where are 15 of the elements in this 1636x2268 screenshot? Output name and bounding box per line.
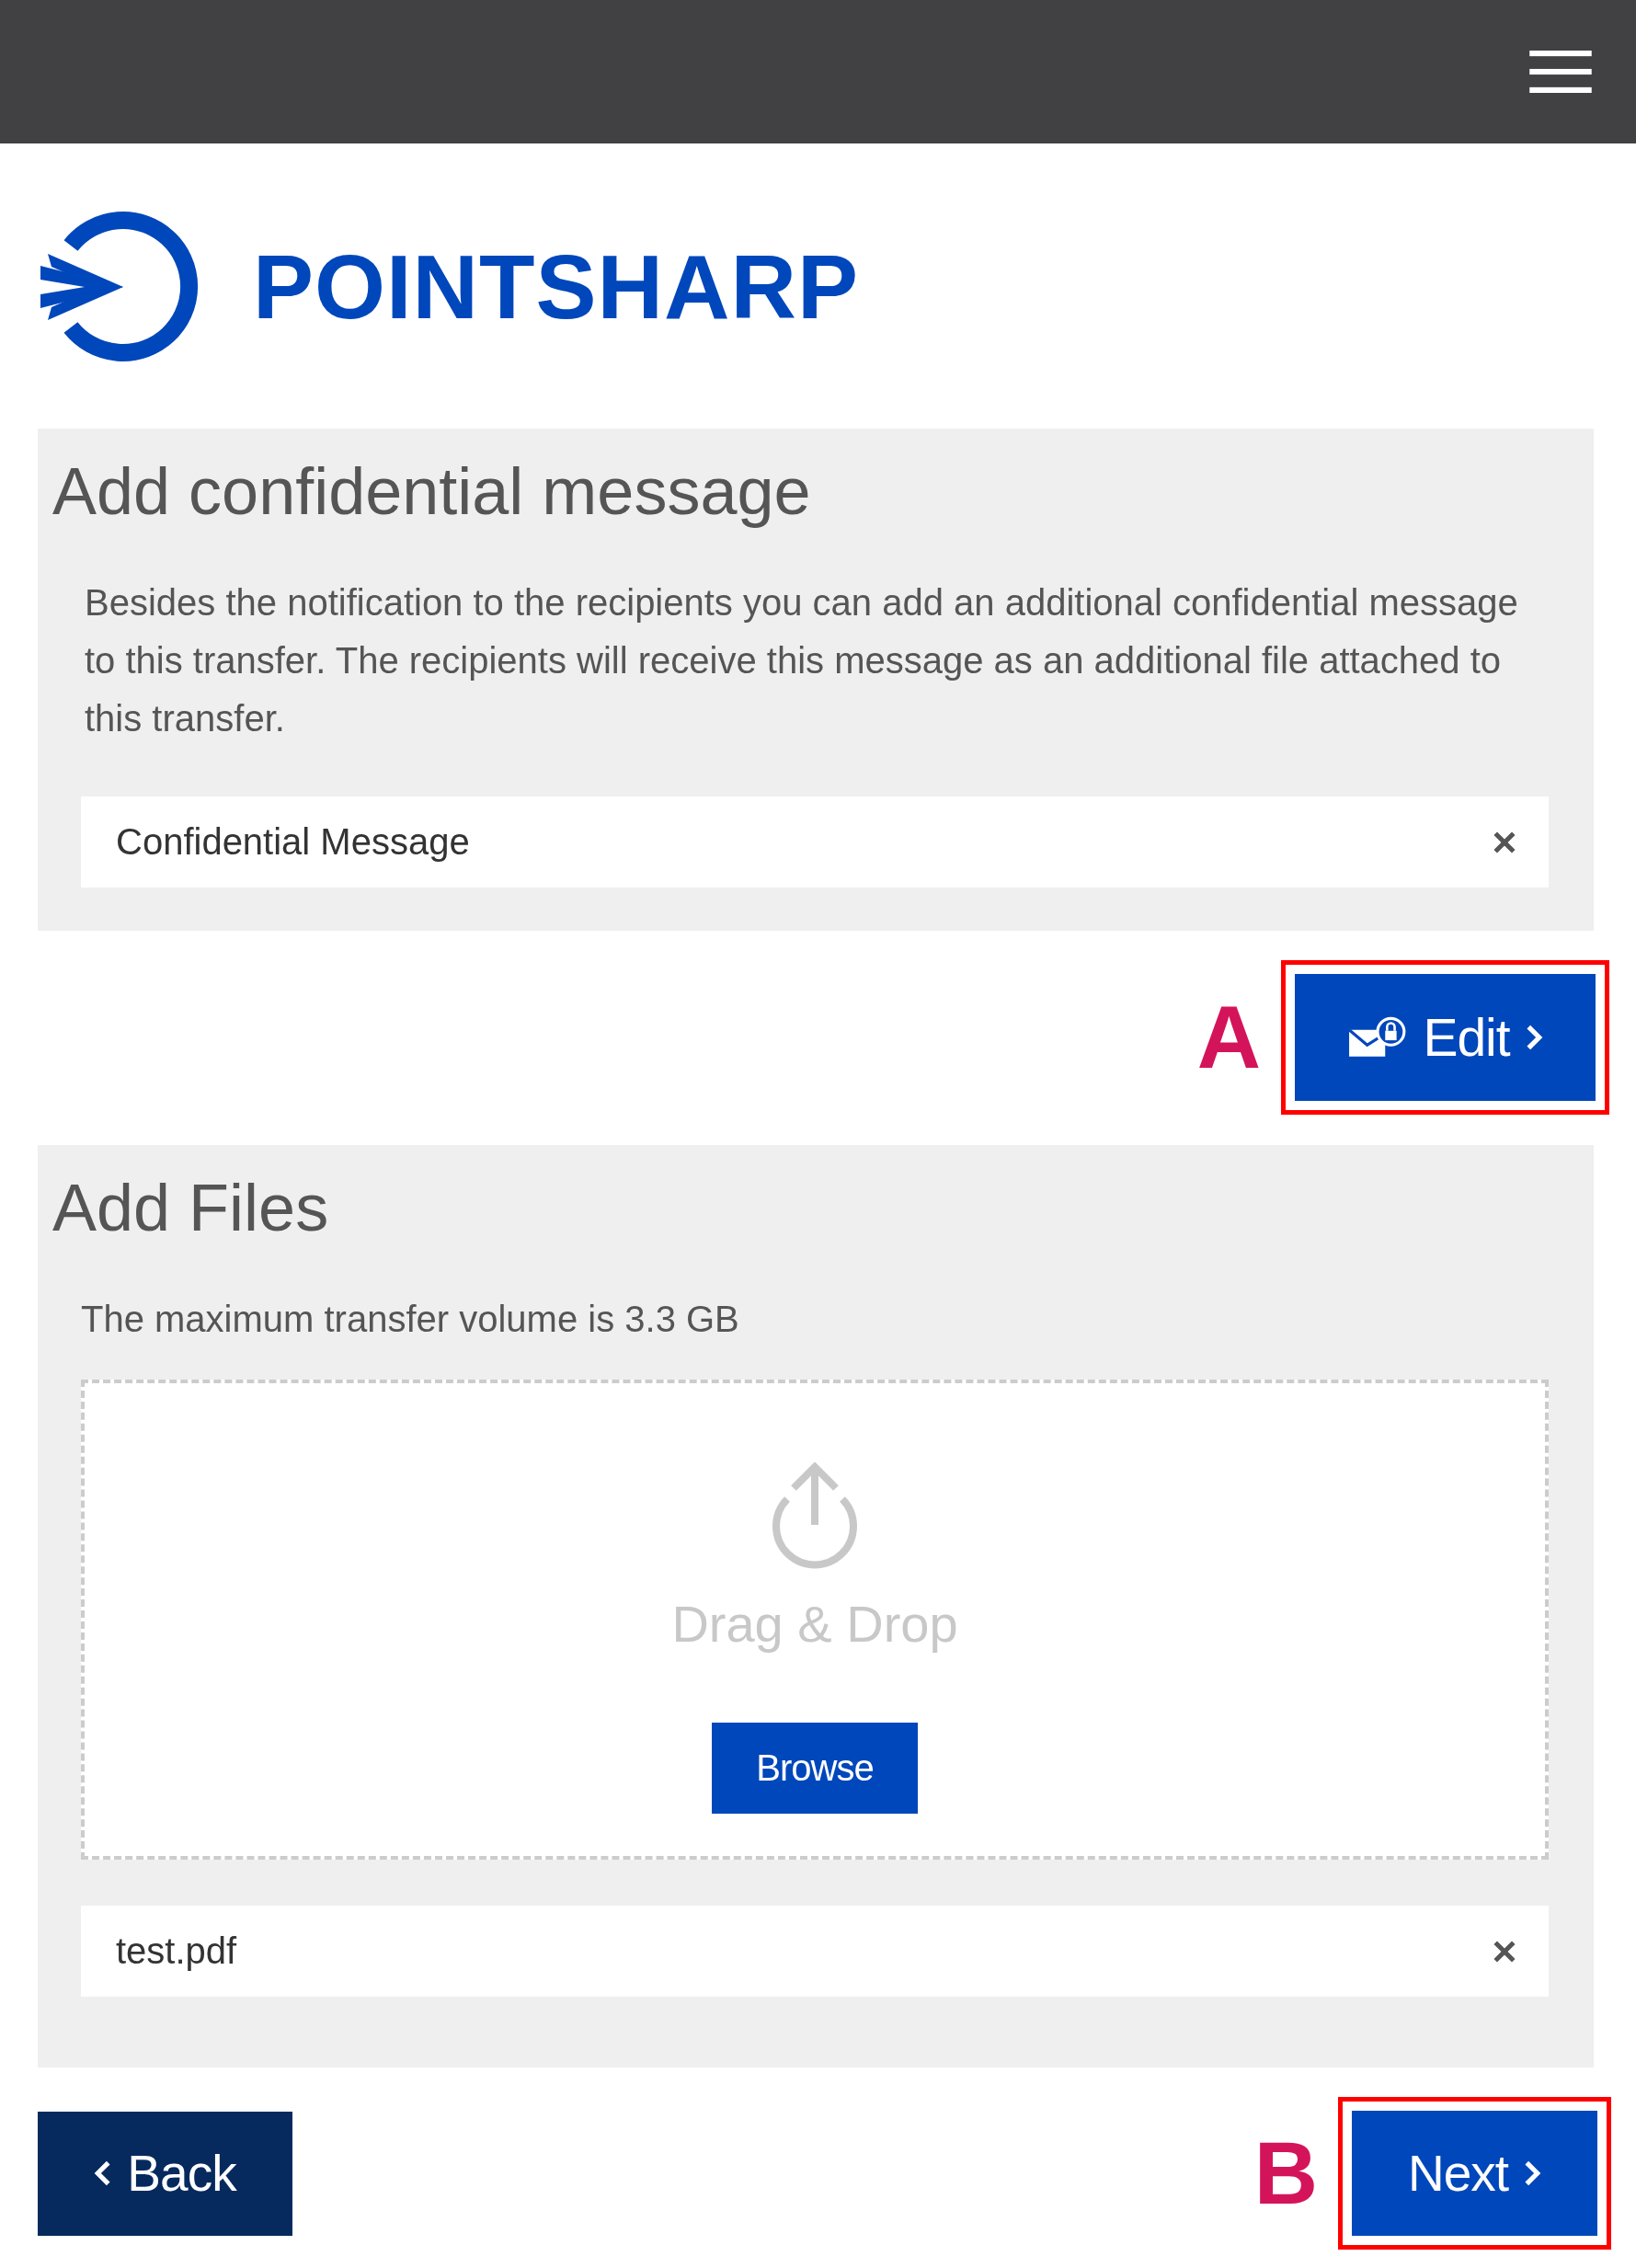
description-text: Besides the notification to the recipients you can add an additional confidential message to this transfer. The recipients will receive this message as an additional file attached to this transfer. (85, 581, 1519, 740)
annotation-label: A (1196, 993, 1261, 1082)
panel-title: Add confidential message (52, 454, 812, 528)
back-button[interactable]: Back (38, 2111, 292, 2236)
next-button[interactable]: Next (1352, 2111, 1597, 2236)
volume-note: The maximum transfer volume is 3.3 GB (81, 1298, 740, 1341)
browse-button[interactable]: Browse (712, 1723, 918, 1814)
message-field[interactable]: Confidential Message (81, 796, 1549, 888)
field-value: Confidential Message (116, 821, 470, 863)
menu-icon[interactable] (1529, 51, 1592, 93)
edit-button[interactable]: Edit (1295, 974, 1596, 1101)
logo-text: POINTSHARP (253, 240, 860, 332)
annotation-label: B (1253, 2129, 1318, 2217)
panel-title: Add Files (52, 1171, 330, 1244)
file-name: test.pdf (116, 1930, 237, 1972)
